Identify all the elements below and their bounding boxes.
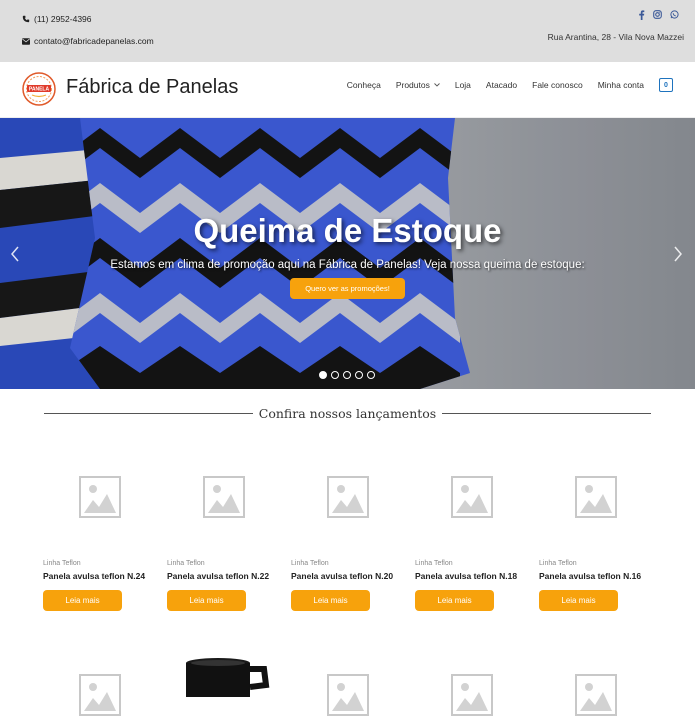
product-category[interactable]: Linha Teflon	[43, 560, 81, 567]
logo[interactable]: PANELA	[22, 72, 56, 106]
product-image-placeholder-icon[interactable]	[79, 476, 121, 518]
store-address: Rua Arantina, 28 - Vila Nova Mazzei	[547, 32, 684, 42]
nav-item-produtos[interactable]: Produtos	[396, 80, 440, 90]
product-category[interactable]: Linha Teflon	[539, 560, 577, 567]
slider-dot[interactable]	[319, 371, 327, 379]
nav-item-conheca[interactable]: Conheça	[347, 80, 381, 90]
product-image-placeholder-icon[interactable]	[575, 476, 617, 518]
phone-icon	[22, 15, 30, 23]
nav-item-atacado[interactable]: Atacado	[486, 80, 517, 90]
slider-dot[interactable]	[331, 371, 339, 379]
hero-subtitle: Estamos em clima de promoção aqui na Fáb…	[110, 259, 585, 271]
phone-number: (11) 2952-4396	[34, 14, 92, 24]
product-category[interactable]: Linha Teflon	[415, 560, 453, 567]
product-category[interactable]: Linha Teflon	[291, 560, 329, 567]
divider-right	[442, 413, 652, 414]
hero-pillow-image	[0, 118, 695, 389]
mug-product-image[interactable]	[184, 657, 274, 697]
product-image-placeholder-icon[interactable]	[451, 476, 493, 518]
hero-cta-button[interactable]: Quero ver as promoções!	[290, 278, 405, 299]
product-name[interactable]: Panela avulsa teflon N.20	[291, 571, 393, 581]
read-more-button[interactable]: Leia mais	[539, 590, 618, 611]
cart-button[interactable]: 0	[659, 78, 673, 92]
email-address: contato@fabricadepanelas.com	[34, 36, 154, 46]
product-category[interactable]: Linha Teflon	[167, 560, 205, 567]
product-image-placeholder-icon[interactable]	[575, 674, 617, 716]
hero-title: Queima de Estoque	[193, 212, 502, 249]
social-links	[638, 10, 679, 20]
slider-dot[interactable]	[355, 371, 363, 379]
divider-left	[44, 413, 253, 414]
slider-dot[interactable]	[367, 371, 375, 379]
instagram-icon[interactable]	[653, 10, 662, 19]
facebook-icon[interactable]	[638, 10, 645, 20]
product-image-placeholder-icon[interactable]	[79, 674, 121, 716]
nav-item-loja[interactable]: Loja	[455, 80, 471, 90]
hero-slider: Queima de Estoque Estamos em clima de pr…	[0, 118, 695, 389]
slider-dot[interactable]	[343, 371, 351, 379]
envelope-icon	[22, 37, 30, 45]
product-image-placeholder-icon[interactable]	[327, 674, 369, 716]
phone-contact[interactable]: (11) 2952-4396	[22, 14, 92, 24]
whatsapp-icon[interactable]	[670, 10, 679, 19]
read-more-button[interactable]: Leia mais	[415, 590, 494, 611]
section-heading: Confira nossos lançamentos	[44, 406, 652, 421]
section-title: Confira nossos lançamentos	[258, 406, 437, 421]
main-nav: Conheça Produtos Loja Atacado Fale conos…	[347, 78, 673, 92]
product-image-placeholder-icon[interactable]	[327, 476, 369, 518]
read-more-button[interactable]: Leia mais	[291, 590, 370, 611]
cart-count: 0	[664, 81, 668, 89]
slider-dots	[319, 371, 375, 379]
nav-item-minha-conta[interactable]: Minha conta	[598, 80, 644, 90]
nav-item-produtos-label: Produtos	[395, 80, 430, 90]
product-image-placeholder-icon[interactable]	[451, 674, 493, 716]
logo-text: PANELA	[29, 87, 50, 93]
nav-item-fale-conosco[interactable]: Fale conosco	[532, 80, 583, 90]
product-name[interactable]: Panela avulsa teflon N.18	[415, 571, 517, 581]
product-name[interactable]: Panela avulsa teflon N.16	[539, 571, 641, 581]
site-title[interactable]: Fábrica de Panelas	[66, 76, 238, 99]
read-more-button[interactable]: Leia mais	[43, 590, 122, 611]
product-name[interactable]: Panela avulsa teflon N.24	[43, 571, 145, 581]
product-image-placeholder-icon[interactable]	[203, 476, 245, 518]
email-contact[interactable]: contato@fabricadepanelas.com	[22, 36, 154, 46]
top-bar: (11) 2952-4396 contato@fabricadepanelas.…	[0, 0, 695, 62]
site-header: PANELA Fábrica de Panelas Conheça Produt…	[0, 62, 695, 118]
read-more-button[interactable]: Leia mais	[167, 590, 246, 611]
product-name[interactable]: Panela avulsa teflon N.22	[167, 571, 269, 581]
chevron-down-icon	[434, 83, 440, 87]
